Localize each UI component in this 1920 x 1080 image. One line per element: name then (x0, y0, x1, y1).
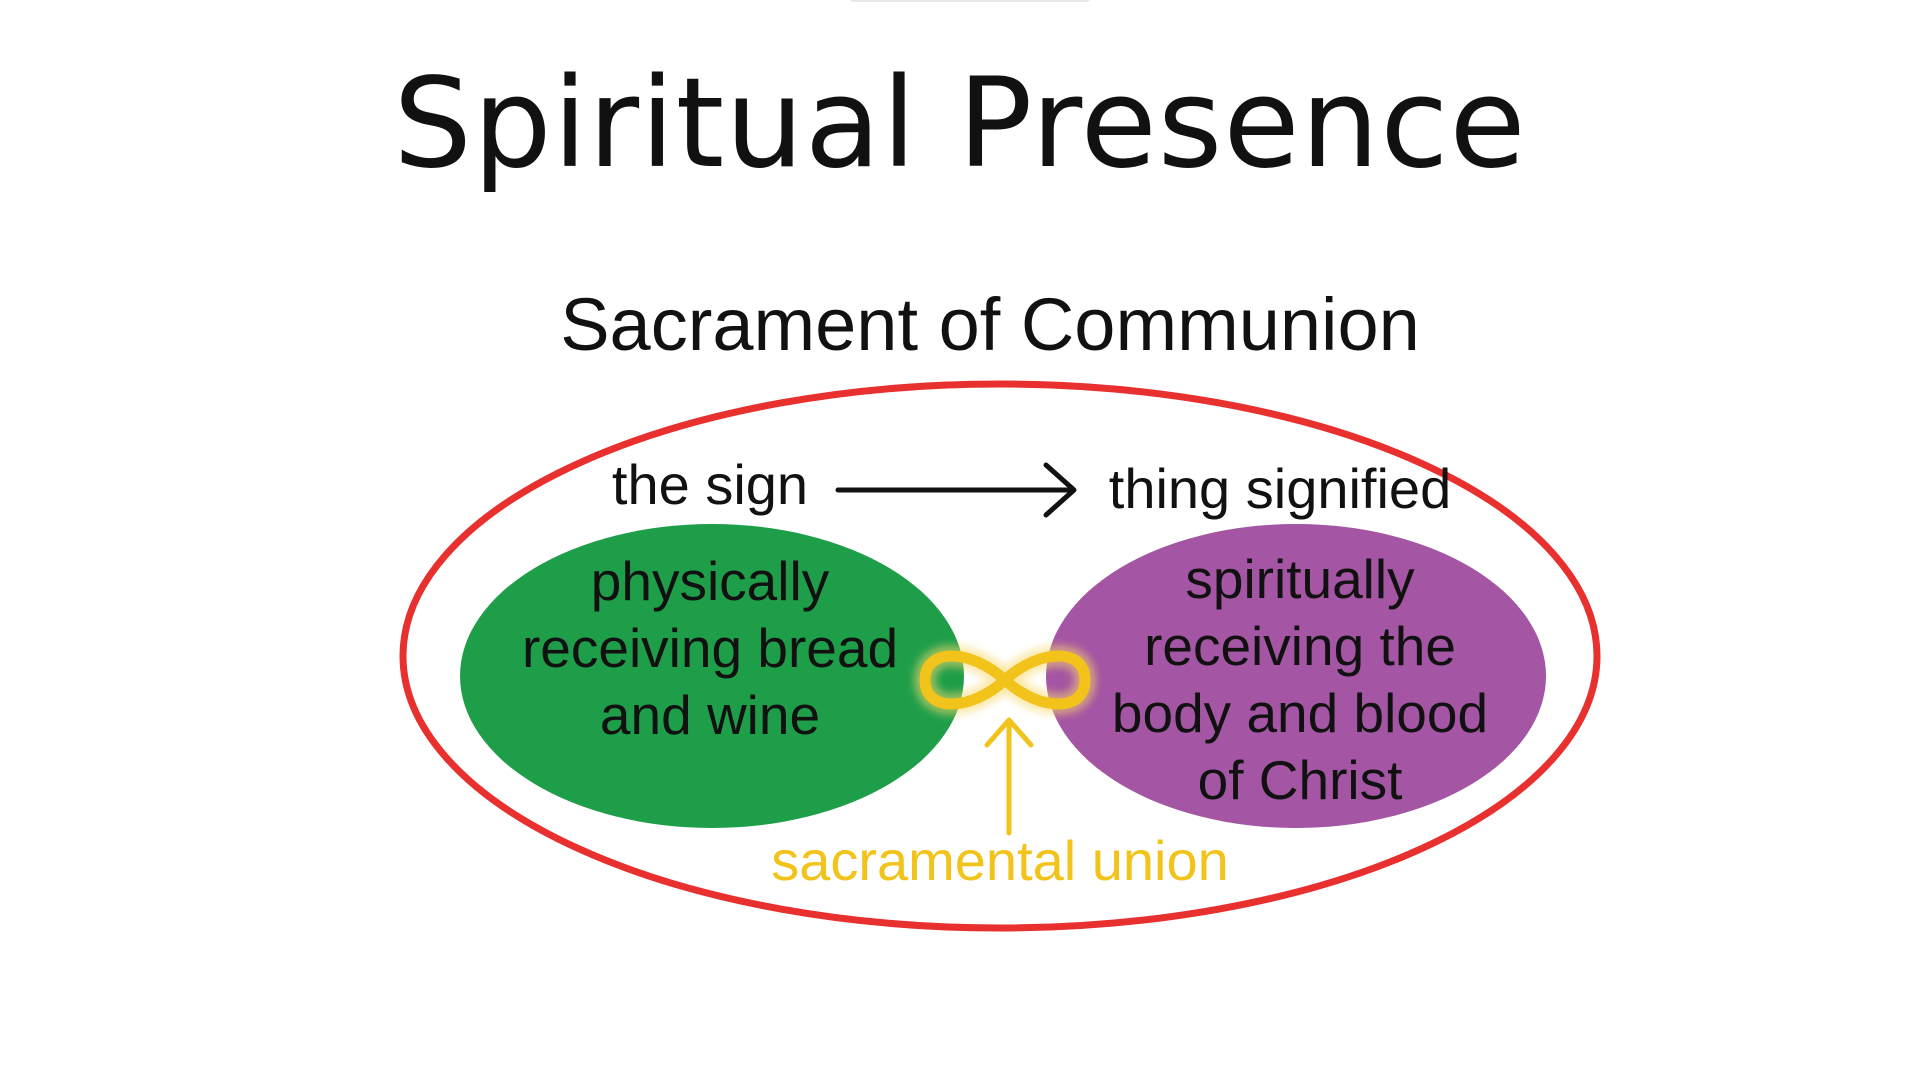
signified-label: thing signified (1108, 457, 1452, 520)
physical-description: physically receiving bread and wine (521, 550, 899, 746)
sacrament-diagram (399, 380, 1601, 932)
sign-label: the sign (611, 453, 809, 516)
slide: Spiritual Presence Sacrament of Communio… (0, 0, 1920, 1080)
arrow-right-icon (835, 462, 1077, 518)
spiritual-description: spiritually receiving the body and blood… (1111, 548, 1489, 811)
arrow-up-icon (984, 717, 1034, 836)
sacramental-union-label: sacramental union (771, 829, 1229, 892)
